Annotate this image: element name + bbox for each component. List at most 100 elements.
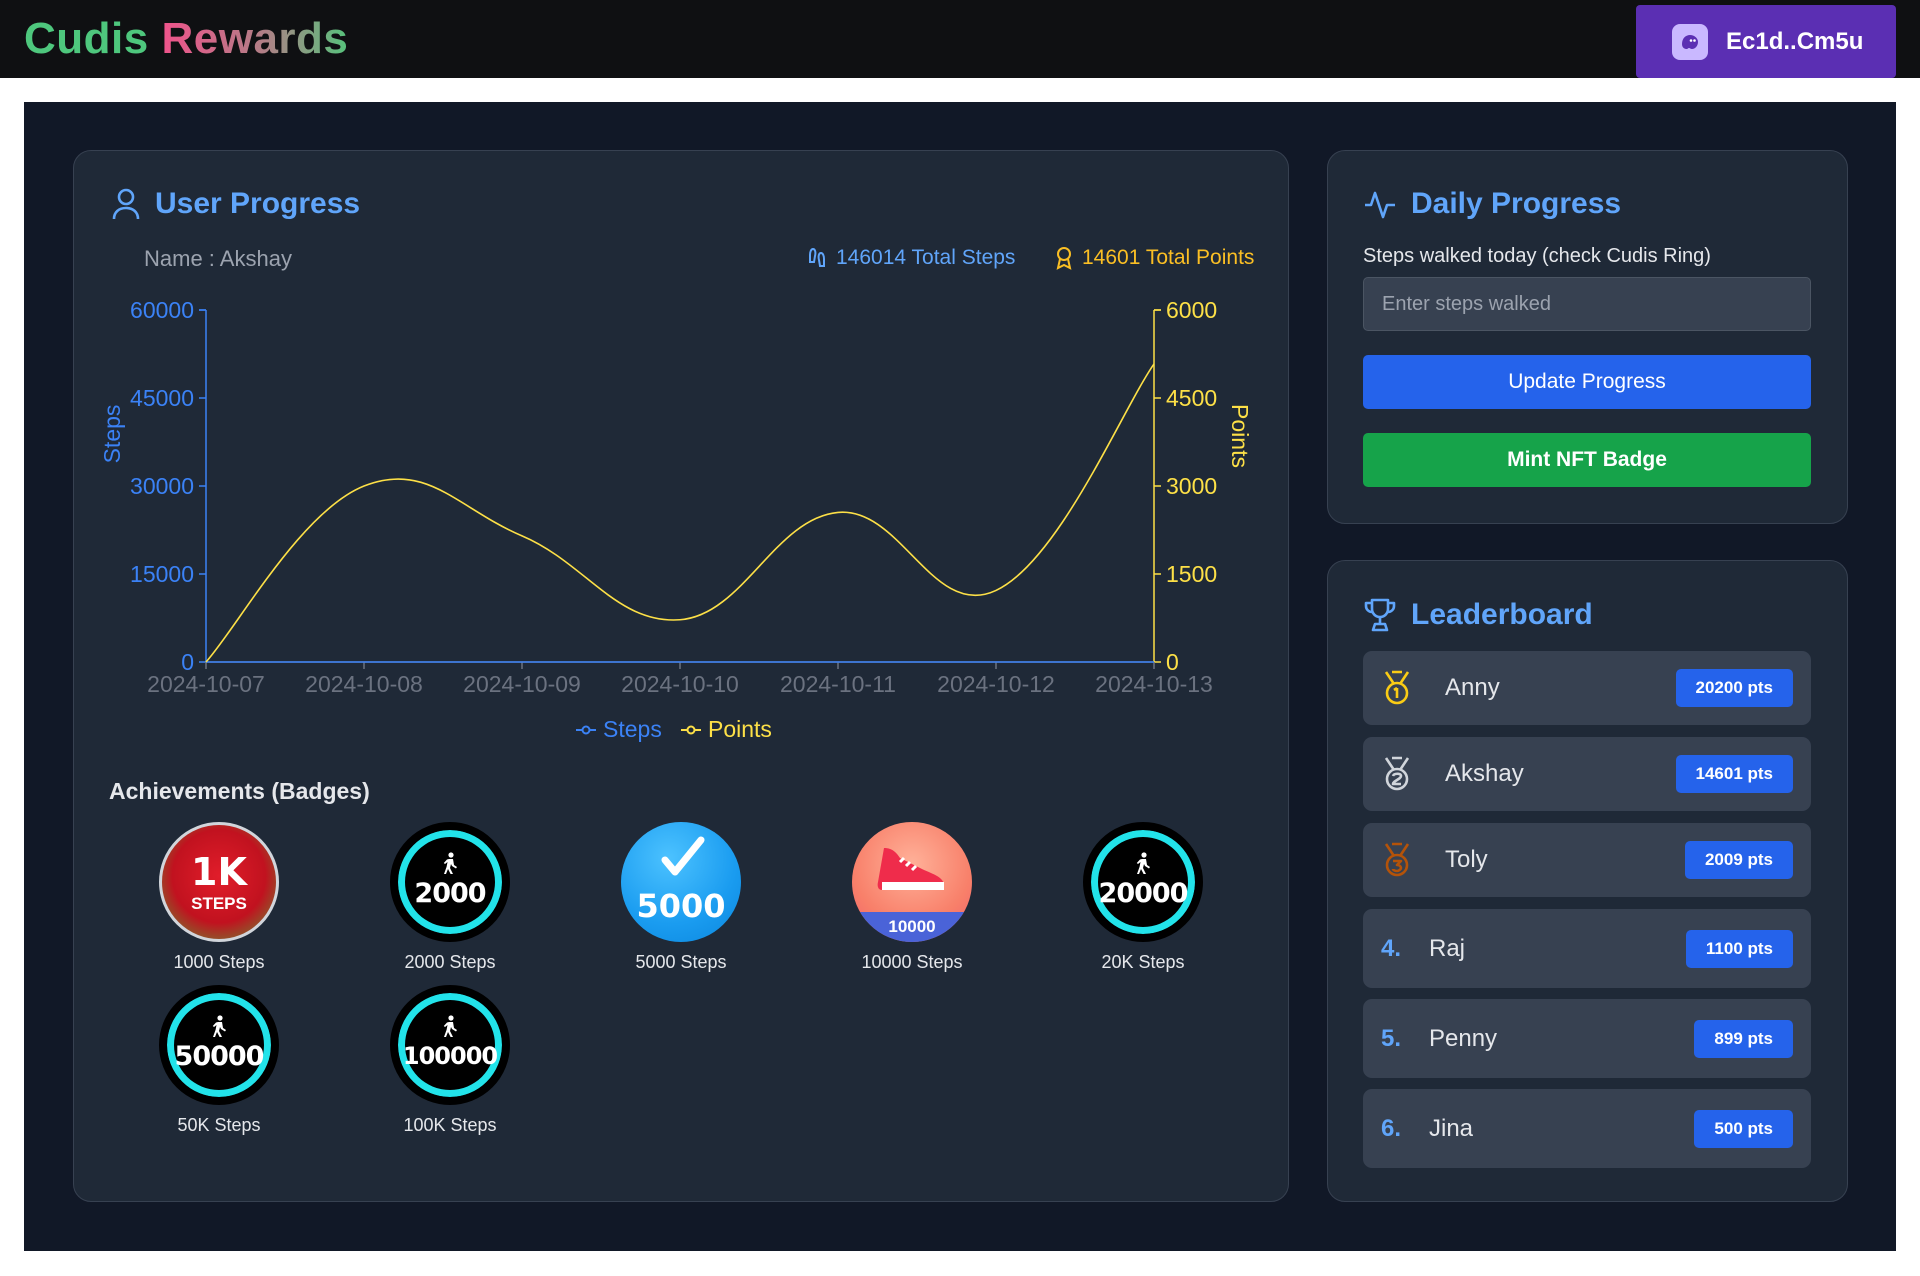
badge-10000-number: 10000 [852, 912, 972, 942]
badge-50k-number: 50000 [174, 1040, 265, 1072]
brand-word-1: Cudis [24, 14, 149, 63]
y-right-tick-label: 4500 [1166, 385, 1217, 411]
leaderboard-row-6[interactable]: 6. Jina 500 pts [1363, 1089, 1811, 1168]
badge-100k-image: 100000 [390, 985, 510, 1105]
badge-100k-number: 100000 [402, 1042, 498, 1070]
total-points-stat: 14601 Total Points [1054, 246, 1254, 270]
x-tick-label: 2024-10-12 [937, 671, 1055, 697]
wallet-button[interactable]: Ec1d..Cm5u [1636, 5, 1896, 78]
badge-10000-image: 10000 [852, 822, 972, 942]
y-left-tick-label: 60000 [130, 297, 194, 323]
leaderboard-rank: 5. [1381, 1024, 1402, 1052]
badge-50k-image: 50000 [159, 985, 279, 1105]
badge-caption: 2000 Steps [404, 952, 496, 972]
y-right-tick-label: 3000 [1166, 473, 1217, 499]
leaderboard-title-text: Leaderboard [1411, 598, 1593, 631]
badge-caption: 5000 Steps [635, 952, 727, 972]
footprints-icon [809, 247, 825, 267]
badge-5000-image: 5000 [621, 822, 741, 942]
badge-caption: 20K Steps [1101, 952, 1185, 972]
walking-icon [443, 1015, 457, 1037]
leaderboard-points: 500 pts [1694, 1109, 1793, 1148]
leaderboard-name: Anny [1445, 674, 1500, 701]
mint-nft-badge-button[interactable]: Mint NFT Badge [1363, 433, 1811, 487]
badge-1k-image: 1K STEPS [159, 822, 279, 942]
x-tick-label: 2024-10-08 [305, 671, 423, 697]
y-axis-left-label: Steps [100, 405, 125, 464]
leaderboard-row-3[interactable]: Toly 2009 pts [1363, 823, 1811, 897]
leaderboard-row-5[interactable]: 5. Penny 899 pts [1363, 999, 1811, 1078]
walking-icon [212, 1015, 226, 1037]
legend-label: Steps [603, 716, 662, 742]
badge-2000-steps: 2000 2000 Steps [375, 822, 525, 973]
brand-word-2: Rewards [161, 14, 349, 63]
badge-10000-steps: 10000 10000 Steps [837, 822, 987, 973]
badge-1000-steps: 1K STEPS 1000 Steps [144, 822, 294, 973]
leaderboard-points: 20200 pts [1675, 669, 1793, 707]
user-name: Name : Akshay [144, 246, 292, 271]
checkmark-icon [661, 836, 705, 876]
leaderboard-row-2[interactable]: Akshay 14601 pts [1363, 737, 1811, 811]
badge-1k-big: 1K [191, 849, 247, 894]
app-title: Cudis Rewards [24, 14, 348, 64]
y-right-tick-label: 6000 [1166, 297, 1217, 323]
legend-swatch-marker [686, 725, 696, 735]
leaderboard-name: Akshay [1445, 760, 1524, 787]
total-points-text: 14601 Total Points [1082, 246, 1255, 269]
leaderboard-title: Leaderboard [1363, 597, 1593, 633]
leaderboard-name: Jina [1429, 1114, 1474, 1142]
y-right-tick-label: 1500 [1166, 561, 1217, 587]
bronze-medal-icon [1381, 842, 1421, 878]
badge-2000-image: 2000 [390, 822, 510, 942]
x-tick-label: 2024-10-11 [780, 671, 896, 697]
badge-5000-number: 5000 [636, 887, 726, 925]
wallet-address: Ec1d..Cm5u [1726, 27, 1864, 55]
leaderboard-points: 2009 pts [1684, 841, 1793, 879]
badge-20k-image: 20000 [1083, 822, 1203, 942]
badge-caption: 100K Steps [403, 1115, 497, 1135]
x-tick-label: 2024-10-07 [147, 671, 265, 697]
silver-medal-icon [1381, 756, 1421, 792]
steps-input[interactable]: Enter steps walked [1363, 277, 1811, 331]
y-left-tick-label: 45000 [130, 385, 194, 411]
badge-100k-steps: 100000 100K Steps [375, 985, 525, 1136]
badge-20k-steps: 20000 20K Steps [1068, 822, 1218, 973]
badge-caption: 10000 Steps [861, 952, 963, 972]
gold-medal-icon [1381, 670, 1421, 706]
activity-icon [1365, 191, 1395, 219]
leaderboard-rank: 6. [1381, 1114, 1402, 1142]
badge-1k-face: 1K STEPS [191, 853, 247, 912]
y-left-tick-label: 30000 [130, 473, 194, 499]
badge-5000-steps: 5000 5000 Steps [606, 822, 756, 973]
leaderboard-points: 14601 pts [1675, 755, 1793, 793]
update-progress-button[interactable]: Update Progress [1363, 355, 1811, 409]
leaderboard-points: 1100 pts [1685, 929, 1793, 968]
x-tick-label: 2024-10-13 [1095, 671, 1213, 697]
legend-swatch-marker [581, 725, 591, 735]
badge-2000-number: 2000 [414, 877, 486, 909]
sneaker-icon [877, 848, 944, 890]
legend-label: Points [708, 716, 772, 742]
leaderboard-name: Toly [1445, 846, 1488, 873]
badge-20k-number: 20000 [1098, 877, 1189, 909]
award-icon [1056, 247, 1072, 270]
leaderboard-name: Raj [1429, 934, 1466, 962]
leaderboard-name: Penny [1429, 1024, 1498, 1052]
ghost-icon [1672, 23, 1708, 60]
badge-caption: 50K Steps [177, 1115, 261, 1135]
walking-icon [1136, 852, 1150, 874]
leaderboard-points: 899 pts [1694, 1019, 1793, 1058]
achievements-title: Achievements (Badges) [109, 778, 370, 804]
total-steps-text: 146014 Total Steps [836, 246, 1016, 269]
user-progress-title: User Progress [111, 187, 360, 221]
leaderboard-row-1[interactable]: Anny 20200 pts [1363, 651, 1811, 725]
x-tick-label: 2024-10-09 [463, 671, 581, 697]
leaderboard-row-4[interactable]: 4. Raj 1100 pts [1363, 909, 1811, 988]
badge-1k-small: STEPS [191, 893, 247, 913]
user-icon [112, 188, 140, 220]
top-bar: Cudis Rewards Ec1d..Cm5u [0, 0, 1920, 78]
x-tick-label: 2024-10-10 [621, 671, 739, 697]
walking-icon [443, 852, 457, 874]
total-steps-stat: 146014 Total Steps [806, 246, 1015, 270]
steps-input-label: Steps walked today (check Cudis Ring) [1363, 245, 1711, 267]
